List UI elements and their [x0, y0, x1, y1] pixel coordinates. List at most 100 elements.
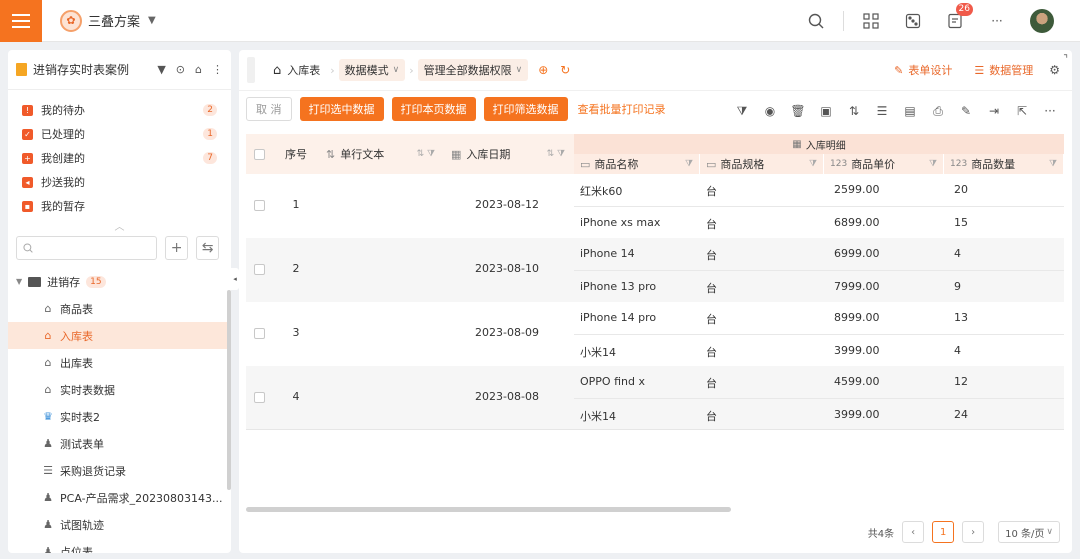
trash-icon[interactable]: 🗑: [790, 104, 806, 118]
user-icon: ♟: [43, 491, 53, 504]
tree-item-inbound[interactable]: ⌂ 入库表: [8, 322, 231, 349]
col-header-date[interactable]: ▦ 入库日期 ⇅ ⧩: [443, 134, 571, 174]
tree-item-outbound[interactable]: ⌂ 出库表: [8, 349, 231, 376]
print-filtered-button[interactable]: 打印筛选数据: [483, 96, 568, 121]
breadcrumb-back[interactable]: [247, 57, 255, 83]
row-checkbox[interactable]: [254, 392, 265, 403]
add-button[interactable]: +: [165, 236, 189, 260]
table-row[interactable]: 3 2023-08-09 iPhone 14 pro 台 8999.00 13 …: [246, 302, 1064, 366]
task-item-created[interactable]: + 我创建的 7: [8, 146, 231, 170]
swap-icon[interactable]: ⇆: [196, 236, 219, 260]
note-icon[interactable]: ▣: [818, 104, 834, 118]
page-number-button[interactable]: 1: [932, 521, 955, 543]
sidebar-search-input[interactable]: [16, 236, 158, 260]
avatar[interactable]: [1030, 9, 1054, 33]
filter-icon[interactable]: ⇅ ⧩: [547, 149, 565, 159]
sub-row: iPhone xs max 台 6899.00 15: [574, 206, 1064, 238]
tree-item-goods[interactable]: ⌂ 商品表: [8, 295, 231, 322]
notification-icon[interactable]: 26: [945, 3, 973, 31]
tree-item-points[interactable]: ♟ 点位表: [8, 538, 231, 553]
filter-icon[interactable]: ⧩: [809, 159, 817, 169]
col-header-text[interactable]: ⇅ 单行文本 ⇅ ⧩: [316, 134, 441, 174]
page-size-select[interactable]: 10 条/页 ∨: [998, 521, 1060, 543]
vertical-more-icon[interactable]: ⋮: [212, 63, 223, 76]
sub-row: OPPO find x 台 4599.00 12: [574, 366, 1064, 398]
table-row[interactable]: 2 2023-08-10 iPhone 14 台 6999.00 4 iPhon…: [246, 238, 1064, 302]
print-icon[interactable]: ⎙: [930, 104, 946, 119]
print-log-link[interactable]: 查看批量打印记录: [578, 101, 666, 117]
table-row[interactable]: 4 2023-08-08 OPPO find x 台 4599.00 12 小米…: [246, 366, 1064, 430]
row-checkbox[interactable]: [254, 264, 265, 275]
tree-root-folder[interactable]: ▼ 进销存 15: [8, 268, 231, 295]
tree-item-label: 试图轨迹: [60, 518, 104, 532]
print-selected-button[interactable]: 打印选中数据: [299, 96, 384, 121]
col-header-name[interactable]: ▭ 商品名称 ⧩: [574, 154, 700, 174]
chevron-right-icon: ›: [330, 63, 335, 77]
mode-dropdown[interactable]: 数据模式 ∨: [338, 59, 406, 81]
table-row[interactable]: 1 2023-08-12 红米k60 台 2599.00 20 iPhone x…: [246, 174, 1064, 238]
workspace-switcher[interactable]: ✿ 三叠方案 ▼: [60, 9, 156, 32]
filter-icon[interactable]: ⧩: [929, 159, 937, 169]
horizontal-scrollbar[interactable]: [246, 507, 731, 512]
tree-item-realtime2[interactable]: ♛ 实时表2: [8, 403, 231, 430]
refresh-icon[interactable]: ↻: [558, 63, 572, 77]
permission-dropdown[interactable]: 管理全部数据权限 ∨: [417, 59, 529, 81]
select-all-checkbox[interactable]: [254, 148, 265, 160]
top-bar: ✿ 三叠方案 ▼ 26 ···: [0, 0, 1080, 42]
filter-icon[interactable]: ⧩: [734, 104, 750, 119]
filter-icon[interactable]: ⇅ ⧩: [417, 149, 435, 159]
table-icon[interactable]: ▤: [902, 104, 918, 118]
print-page-button[interactable]: 打印本页数据: [391, 96, 476, 121]
cell-qty: 24: [954, 408, 968, 421]
hamburger-menu-button[interactable]: [0, 0, 42, 42]
col-header-qty[interactable]: 123 商品数量 ⧩: [944, 154, 1064, 174]
tree-item-pca[interactable]: ♟ PCA-产品需求_20230803143...: [8, 484, 231, 511]
task-item-cc[interactable]: ◂ 抄送我的: [8, 170, 231, 194]
chevron-up-icon[interactable]: ︿: [8, 218, 231, 233]
col-header-price[interactable]: 123 商品单价 ⧩: [824, 154, 944, 174]
filter-icon[interactable]: ⧩: [685, 159, 693, 169]
sidebar-collapse-toggle[interactable]: ◂: [231, 268, 239, 290]
eye-icon[interactable]: ◉: [762, 104, 778, 118]
import-icon[interactable]: ⇥: [986, 104, 1002, 118]
col-header-spec[interactable]: ▭ 商品规格 ⧩: [700, 154, 824, 174]
house-icon: ⌂: [44, 356, 52, 369]
list-icon[interactable]: ☰: [874, 104, 890, 118]
task-item-todo[interactable]: ! 我的待办 2: [8, 98, 231, 122]
export-icon[interactable]: ⇱: [1014, 104, 1030, 118]
form-design-button[interactable]: ✎ 表单设计: [894, 62, 952, 78]
cell-seq: 4: [292, 390, 300, 403]
prev-page-button[interactable]: ‹: [902, 521, 925, 543]
tree-item-realtime-data[interactable]: ⌂ 实时表数据: [8, 376, 231, 403]
task-item-processed[interactable]: ✓ 已处理的 1: [8, 122, 231, 146]
tree-item-test-form[interactable]: ♟ 测试表单: [8, 430, 231, 457]
data-manage-label: 数据管理: [989, 64, 1034, 77]
row-checkbox[interactable]: [254, 200, 265, 211]
tree-item-return-records[interactable]: ☰ 采购退货记录: [8, 457, 231, 484]
cancel-button[interactable]: 取 消: [246, 96, 292, 121]
settings-circle-icon[interactable]: ⊙: [176, 63, 185, 76]
tree-item-track[interactable]: ♟ 试图轨迹: [8, 511, 231, 538]
cell-seq: 3: [292, 326, 300, 339]
sort-icon[interactable]: ⇅: [846, 104, 862, 118]
task-item-draft[interactable]: ▪ 我的暂存: [8, 194, 231, 218]
gear-icon[interactable]: ⚙: [1049, 63, 1060, 77]
apps-grid-icon[interactable]: [861, 11, 881, 31]
more-icon[interactable]: ···: [1042, 104, 1058, 118]
sidebar-scrollbar[interactable]: [227, 290, 231, 490]
data-manage-button[interactable]: ☰ 数据管理: [974, 62, 1033, 78]
row-checkbox[interactable]: [254, 328, 265, 339]
search-icon[interactable]: [806, 11, 826, 31]
cell-qty: 4: [954, 344, 961, 357]
dice-icon[interactable]: [903, 11, 923, 31]
filter-icon[interactable]: ⧩: [1049, 159, 1057, 169]
col-header-name-label: 商品名称: [594, 158, 639, 171]
row-select-cell: [254, 392, 265, 403]
breadcrumb-home[interactable]: ⌂ 入库表: [267, 59, 326, 81]
next-page-button[interactable]: ›: [962, 521, 985, 543]
home-icon[interactable]: ⌂: [195, 63, 202, 76]
more-icon[interactable]: ···: [987, 11, 1007, 31]
add-circle-icon[interactable]: ⊕: [536, 63, 550, 77]
pen-icon[interactable]: ✎: [958, 104, 974, 118]
caret-down-icon[interactable]: ▼: [157, 63, 165, 76]
